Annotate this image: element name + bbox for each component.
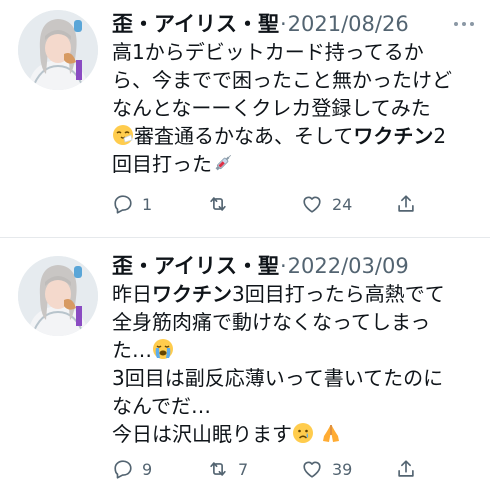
tweet-2[interactable]: 歪・アイリス・聖 · 2022/03/09 昨日ワクチン3回目打ったら高熱でて … — [0, 0, 490, 498]
text-segment: 今日は沢山眠ります — [112, 422, 292, 446]
reply-button[interactable]: 9 — [112, 458, 152, 480]
retweet-button[interactable]: 7 — [206, 458, 248, 480]
share-button[interactable] — [395, 458, 417, 480]
share-icon — [398, 460, 414, 477]
timestamp[interactable]: 2022/03/09 — [288, 254, 409, 278]
text-line: 昨日ワクチン3回目打ったら高熱でて — [112, 280, 482, 308]
text-line: 全身筋肉痛で動けなくなってしまっ — [112, 310, 431, 334]
text-line: 今日は沢山眠ります — [112, 420, 482, 448]
tweet-header: 歪・アイリス・聖 · 2022/03/09 — [112, 250, 409, 278]
like-button[interactable]: 39 — [300, 458, 352, 480]
loudly-crying-face-icon — [152, 338, 174, 360]
text-line: た… — [112, 336, 482, 364]
reply-count: 9 — [142, 459, 153, 479]
crying-face-icon — [292, 422, 314, 444]
highlighted-keyword: ワクチン — [152, 282, 232, 306]
heart-icon — [303, 461, 321, 478]
separator-dot: · — [279, 254, 287, 278]
retweet-icon — [210, 462, 226, 476]
tweet-text: 昨日ワクチン3回目打ったら高熱でて 全身筋肉痛で動けなくなってしまっ た… 3回… — [112, 280, 482, 448]
text-line: なんでだ… — [112, 394, 211, 418]
display-name[interactable]: 歪・アイリス・聖 — [112, 250, 279, 280]
reply-icon — [114, 460, 132, 479]
folded-hands-icon — [320, 422, 342, 444]
text-segment: た… — [112, 338, 152, 362]
retweet-count: 7 — [238, 459, 249, 479]
text-segment: 昨日 — [112, 282, 152, 306]
like-count: 39 — [332, 459, 353, 479]
avatar[interactable] — [18, 256, 98, 336]
text-segment: 3回目打ったら高熱でて — [232, 282, 445, 306]
text-line: 3回目は副反応薄いって書いてたのに — [112, 366, 444, 390]
tweet-actions: 9 7 39 — [112, 458, 432, 488]
